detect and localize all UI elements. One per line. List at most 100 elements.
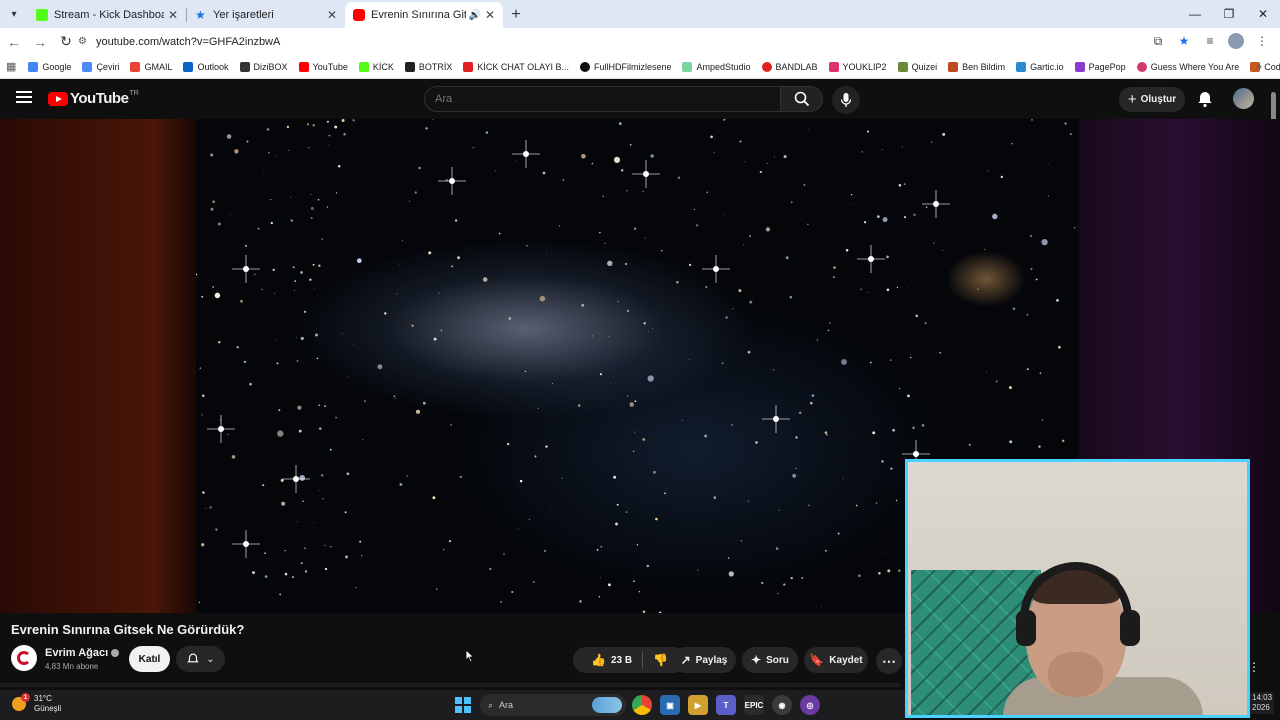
forward-button[interactable]: →	[28, 30, 52, 54]
bookmark-ben-bildim[interactable]: Ben Bildim	[948, 61, 1005, 72]
bookmark-youklip[interactable]: YOUKLIP2	[828, 61, 887, 72]
close-icon[interactable]: ✕	[168, 8, 178, 22]
bookmark-quizei[interactable]: Quizei	[897, 61, 937, 72]
account-avatar[interactable]	[1233, 88, 1254, 109]
bookmark-outlook[interactable]: Outlook	[183, 61, 229, 72]
search-button[interactable]	[781, 86, 823, 112]
bookmark-codenames[interactable]: Codenames	[1250, 61, 1280, 72]
new-tab-button[interactable]: +	[503, 2, 529, 28]
bookmark-star-icon[interactable]: ★	[1174, 32, 1194, 50]
like-count: 23 B	[610, 654, 633, 666]
save-button[interactable]: 🔖 Kaydet	[804, 647, 868, 673]
bookmark-geoguess[interactable]: Guess Where You Are	[1136, 61, 1239, 72]
chrome-icon[interactable]	[632, 695, 652, 715]
tab-title: Stream - Kick Dashboard	[54, 9, 164, 21]
share-button[interactable]: ↗ Paylaş	[672, 647, 736, 673]
bookmark-youtube[interactable]: YouTube	[298, 61, 348, 72]
more-bookmarks-icon[interactable]: »	[1256, 61, 1262, 73]
reload-button[interactable]: ↻	[54, 30, 78, 54]
epic-games-icon[interactable]: EPIC	[744, 695, 764, 715]
thumbs-up-icon: 👍	[590, 653, 606, 667]
bookmark-kick[interactable]: KİCK	[358, 61, 394, 72]
close-window-button[interactable]: ✕	[1246, 0, 1280, 28]
bookmark-dizibox[interactable]: DiziBOX	[239, 61, 288, 72]
chevron-down-icon: ⌄	[206, 653, 215, 665]
search-icon: ⌕	[488, 699, 494, 710]
verified-icon	[111, 649, 120, 658]
bookmark-fullhdfilm[interactable]: FullHDFilmizlesene	[579, 61, 671, 72]
install-app-icon[interactable]: ⧉	[1148, 32, 1168, 50]
speaker-icon[interactable]: 🔊	[468, 10, 480, 21]
kebab-menu-icon[interactable]: ⋮	[1252, 32, 1272, 50]
youtube-icon	[353, 9, 365, 21]
close-icon[interactable]: ✕	[485, 8, 495, 22]
plus-icon: +	[1127, 91, 1137, 108]
address-bar[interactable]: ⚙ youtube.com/watch?v=GHFA2inzbwA	[78, 31, 1198, 52]
navigation-bar: ← → ↻ ⚙ youtube.com/watch?v=GHFA2inzbwA …	[0, 28, 1280, 55]
search-input[interactable]	[424, 86, 781, 112]
youtube-logo[interactable]: YouTube TR	[48, 90, 139, 107]
photos-icon[interactable]: ▣	[660, 695, 680, 715]
thumbs-down-icon: 👎	[653, 653, 669, 667]
site-info-icon[interactable]: ⚙	[78, 36, 96, 47]
profile-avatar[interactable]	[1226, 32, 1246, 50]
channel-name[interactable]: Evrim Ağacı	[45, 647, 120, 659]
bookmark-botrix[interactable]: BOTRİX	[404, 61, 452, 72]
bookmark-icon: 🔖	[809, 653, 825, 667]
bookmark-ceviri[interactable]: Çeviri	[82, 61, 119, 72]
bookmark-pagepop[interactable]: PagePop	[1074, 61, 1126, 72]
windows-start-icon[interactable]	[455, 697, 471, 713]
bookmark-gmail[interactable]: GMAIL	[130, 61, 172, 72]
kebab-menu-icon[interactable]: ⋮	[1248, 660, 1260, 674]
voice-search-button[interactable]	[832, 86, 860, 114]
file-explorer-icon[interactable]: ▶	[688, 695, 708, 715]
mouse-cursor-icon	[465, 649, 475, 663]
join-button[interactable]: Katıl	[129, 646, 170, 672]
bookmark-bandlab[interactable]: BANDLAB	[761, 61, 818, 72]
search-highlight-image	[592, 697, 622, 713]
notifications-button[interactable]	[1195, 89, 1215, 109]
notification-bell-button[interactable]: ⌄	[176, 646, 225, 672]
steam-icon[interactable]: ◉	[772, 695, 792, 715]
dislike-button[interactable]: 👎	[643, 653, 668, 667]
close-icon[interactable]: ✕	[327, 8, 337, 22]
system-clock[interactable]: 14:03 2026	[1250, 692, 1275, 714]
sun-icon: 1	[12, 693, 30, 711]
reading-list-icon[interactable]: ≡	[1200, 32, 1220, 50]
menu-icon[interactable]	[16, 91, 32, 103]
back-button[interactable]: ←	[2, 30, 26, 54]
window-controls: — ❐ ✕	[1178, 0, 1280, 28]
tab-kick-dashboard[interactable]: Stream - Kick Dashboard ✕	[28, 2, 186, 28]
bell-icon	[1198, 92, 1212, 108]
create-button[interactable]: + Oluştur	[1119, 87, 1185, 112]
bookmarks-bar: ▦ Google Çeviri GMAIL Outlook DiziBOX Yo…	[0, 55, 1280, 79]
pinned-apps: ▣ ▶ T EPIC ◉ ◎	[632, 695, 820, 715]
bookmark-ampedstudio[interactable]: AmpedStudio	[682, 61, 751, 72]
taskbar-search[interactable]: ⌕ Ara	[480, 694, 626, 716]
ask-button[interactable]: ✦ Soru	[742, 647, 798, 673]
temperature: 31°C	[34, 694, 52, 703]
teams-icon[interactable]: T	[716, 695, 736, 715]
video-title: Evrenin Sınırına Gitsek Ne Görürdük?	[11, 622, 245, 637]
webcam-overlay	[905, 459, 1250, 718]
minimize-button[interactable]: —	[1178, 0, 1212, 28]
tab-bookmarks[interactable]: ★ Yer işaretleri ✕	[187, 2, 345, 28]
bookmark-kick-chat[interactable]: KİCK CHAT OLAYI B...	[463, 61, 569, 72]
like-dislike-group: 👍 23 B 👎	[573, 647, 686, 673]
weather-condition: Güneşli	[34, 704, 62, 713]
tab-youtube-video[interactable]: Evrenin Sınırına Gitsek Ne Gö 🔊 ✕	[345, 2, 503, 28]
more-actions-button[interactable]: ⋯	[876, 648, 902, 674]
like-button[interactable]: 👍 23 B	[590, 652, 644, 668]
weather-widget[interactable]: 1 31°C Güneşli	[12, 693, 62, 714]
bookmark-google[interactable]: Google	[28, 61, 71, 72]
restore-button[interactable]: ❐	[1212, 0, 1246, 28]
bookmark-gartic[interactable]: Gartic.io	[1016, 61, 1064, 72]
apps-grid-icon[interactable]: ▦	[6, 60, 16, 73]
content-divider	[0, 683, 900, 687]
create-label: Oluştur	[1140, 94, 1177, 105]
tab-search-button[interactable]: ▾	[0, 0, 28, 28]
channel-avatar[interactable]	[11, 645, 37, 671]
twitch-studio-icon[interactable]: ◎	[800, 695, 820, 715]
star-icon: ★	[195, 8, 206, 22]
bell-icon	[187, 653, 199, 663]
